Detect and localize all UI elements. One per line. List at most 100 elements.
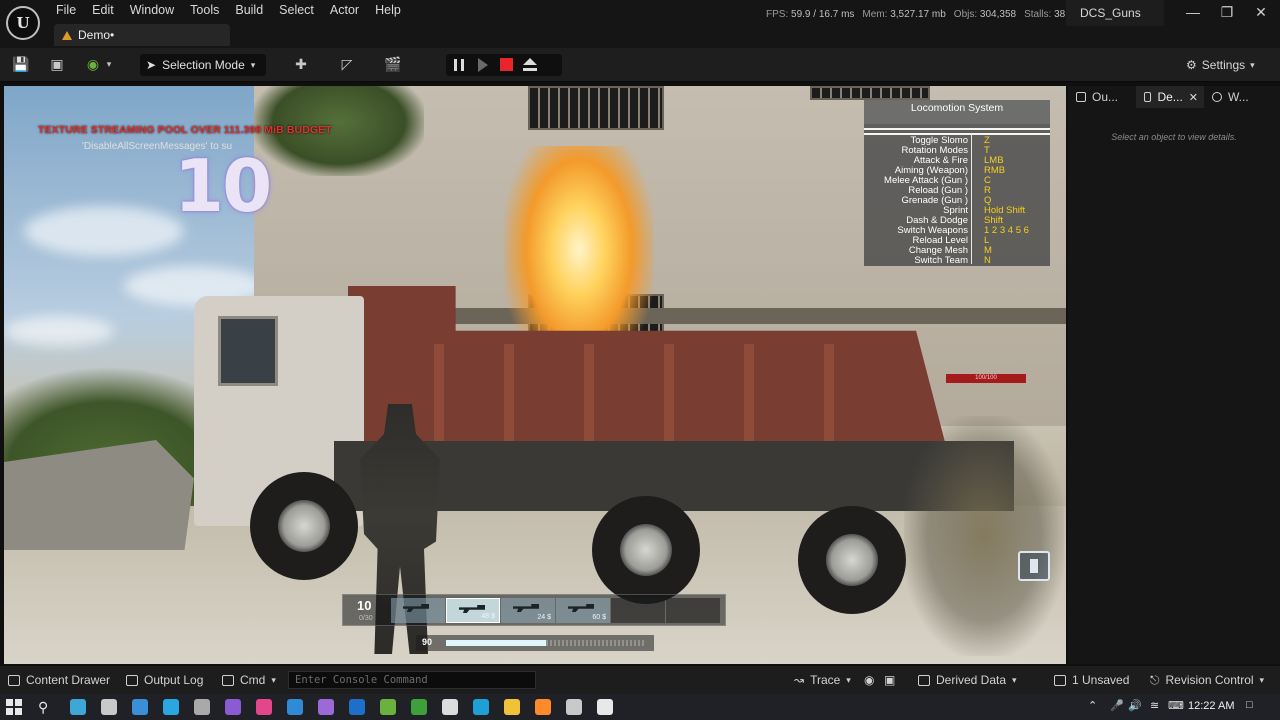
weapon-slot[interactable] xyxy=(611,598,665,623)
stalls-stat: Stalls: 38 xyxy=(1024,9,1066,20)
menu-help[interactable]: Help xyxy=(367,2,409,20)
weapon-slot[interactable]: 48 $ xyxy=(446,598,500,623)
close-tab-icon[interactable]: ✕ xyxy=(1189,91,1198,104)
xbox-icon[interactable] xyxy=(411,699,427,715)
trace-dropdown[interactable]: ↝ Trace ▾ xyxy=(794,672,851,688)
stamina-fill xyxy=(446,640,546,646)
cursor-icon: ➤ xyxy=(146,58,157,72)
chevron-down-icon[interactable]: ▾ xyxy=(100,56,118,72)
photoshop-icon[interactable] xyxy=(287,699,303,715)
firefox-icon[interactable] xyxy=(535,699,551,715)
restore-icon[interactable]: ❐ xyxy=(1212,4,1242,21)
steam-icon[interactable] xyxy=(194,699,210,715)
console-command-input[interactable] xyxy=(288,671,536,689)
cortana-icon[interactable] xyxy=(70,699,86,715)
output-log-button[interactable]: Output Log xyxy=(126,672,203,688)
level-tab[interactable]: Demo• xyxy=(54,24,230,46)
premiere-icon[interactable] xyxy=(225,699,241,715)
menu-bar: File Edit Window Tools Build Select Acto… xyxy=(48,2,409,20)
search-icon[interactable]: ⚲ xyxy=(38,699,48,716)
cinematics-icon[interactable]: 🎬 xyxy=(384,56,402,72)
notification-icon[interactable]: □ xyxy=(1246,699,1253,711)
weapon-ammo: 24 $ xyxy=(537,614,551,621)
tab-details[interactable]: De... ✕ xyxy=(1136,86,1204,108)
weapon-slot[interactable]: 60 $ xyxy=(556,598,610,623)
menu-window[interactable]: Window xyxy=(122,2,182,20)
tab-world-settings[interactable]: W... xyxy=(1204,86,1272,108)
eject-icon[interactable] xyxy=(523,58,537,72)
vscode-icon[interactable] xyxy=(132,699,148,715)
unsaved-button[interactable]: 1 Unsaved xyxy=(1054,672,1129,688)
terminal-icon xyxy=(222,674,234,686)
record-icon[interactable]: ◉ xyxy=(864,672,874,688)
save-icon[interactable]: 💾 xyxy=(12,56,30,72)
nvidia-icon[interactable] xyxy=(380,699,396,715)
rifle-icon xyxy=(459,605,485,613)
explorer-icon[interactable] xyxy=(504,699,520,715)
stamina-bar: 90 xyxy=(416,635,654,651)
bed-rib xyxy=(434,344,444,442)
content-drawer-button[interactable]: Content Drawer xyxy=(8,672,110,688)
empty-details-message: Select an object to view details. xyxy=(1111,132,1237,142)
remote-icon[interactable] xyxy=(566,699,582,715)
minimize-icon[interactable]: — xyxy=(1178,4,1208,20)
unsaved-label: 1 Unsaved xyxy=(1072,673,1130,687)
skype-icon[interactable] xyxy=(163,699,179,715)
weapon-slot[interactable] xyxy=(666,598,720,623)
menu-select[interactable]: Select xyxy=(271,2,322,20)
advance-frame-icon[interactable] xyxy=(478,58,488,72)
menu-actor[interactable]: Actor xyxy=(322,2,367,20)
selection-mode-dropdown[interactable]: ➤ Selection Mode ▾ xyxy=(140,54,266,76)
keyboard-icon[interactable]: ⌨ xyxy=(1168,699,1184,712)
unreal-icon[interactable] xyxy=(597,699,613,715)
photos-icon[interactable] xyxy=(256,699,272,715)
revision-control-label: Revision Control xyxy=(1165,673,1254,687)
menu-file[interactable]: File xyxy=(48,2,84,20)
add-actor-icon[interactable]: ✚ xyxy=(292,56,310,72)
microphone-icon[interactable]: 🎤 xyxy=(1110,699,1124,712)
taskview-icon[interactable] xyxy=(101,699,117,715)
derived-data-dropdown[interactable]: Derived Data ▾ xyxy=(918,672,1017,688)
weapon-slot[interactable] xyxy=(391,598,445,623)
volume-icon[interactable]: 🔊 xyxy=(1128,699,1142,712)
cmd-dropdown[interactable]: Cmd ▾ xyxy=(222,672,276,688)
stop-icon[interactable] xyxy=(500,58,513,71)
weapon-count: 10 xyxy=(357,598,372,613)
chevron-down-icon: ▾ xyxy=(846,674,851,685)
status-bar: Content Drawer Output Log Cmd ▾ ↝ Trace … xyxy=(0,666,1280,694)
world-icon xyxy=(1212,92,1222,102)
content-browser-icon[interactable]: ▣ xyxy=(48,56,66,72)
menu-tools[interactable]: Tools xyxy=(182,2,227,20)
epic-icon[interactable] xyxy=(442,699,458,715)
grenade-icon xyxy=(403,604,429,612)
taskbar-clock[interactable]: 12:22 AM xyxy=(1188,700,1234,712)
keybind-action: Switch Team xyxy=(914,255,968,266)
close-icon[interactable]: ✕ xyxy=(1246,4,1276,21)
bed-rib xyxy=(584,344,594,442)
panel-tabs: Ou... De... ✕ W... xyxy=(1068,86,1280,108)
revision-control-dropdown[interactable]: ⎋ Revision Control ▾ xyxy=(1150,672,1264,688)
unreal-logo-icon[interactable]: U xyxy=(6,6,40,40)
blueprint-icon[interactable]: ◸ xyxy=(338,56,356,72)
tab-outliner[interactable]: Ou... xyxy=(1068,86,1136,108)
database-icon xyxy=(918,674,930,686)
screenshot-icon[interactable]: ▣ xyxy=(884,672,895,688)
wifi-icon[interactable]: ≊ xyxy=(1150,699,1159,712)
windows-start-icon[interactable] xyxy=(6,699,22,715)
tray-overflow-icon[interactable]: ⌃ xyxy=(1088,699,1097,712)
menu-edit[interactable]: Edit xyxy=(84,2,122,20)
outlook-icon[interactable] xyxy=(349,699,365,715)
settings-button[interactable]: ⚙ Settings ▾ xyxy=(1186,54,1255,76)
weapon-slot[interactable]: 24 $ xyxy=(501,598,555,623)
chevron-down-icon: ▾ xyxy=(1259,674,1265,685)
level-tab-label: Demo• xyxy=(78,28,115,42)
level-viewport[interactable]: 100/100 TEXTURE STREAMING POOL OVER 111.… xyxy=(4,86,1066,664)
edge-icon[interactable] xyxy=(473,699,489,715)
barred-window xyxy=(528,86,664,130)
cmd-label: Cmd xyxy=(240,673,266,687)
audition-icon[interactable] xyxy=(318,699,334,715)
menu-build[interactable]: Build xyxy=(227,2,271,20)
chevron-down-icon: ▾ xyxy=(1012,674,1017,685)
pause-icon[interactable] xyxy=(454,59,464,71)
content-drawer-label: Content Drawer xyxy=(26,673,111,687)
